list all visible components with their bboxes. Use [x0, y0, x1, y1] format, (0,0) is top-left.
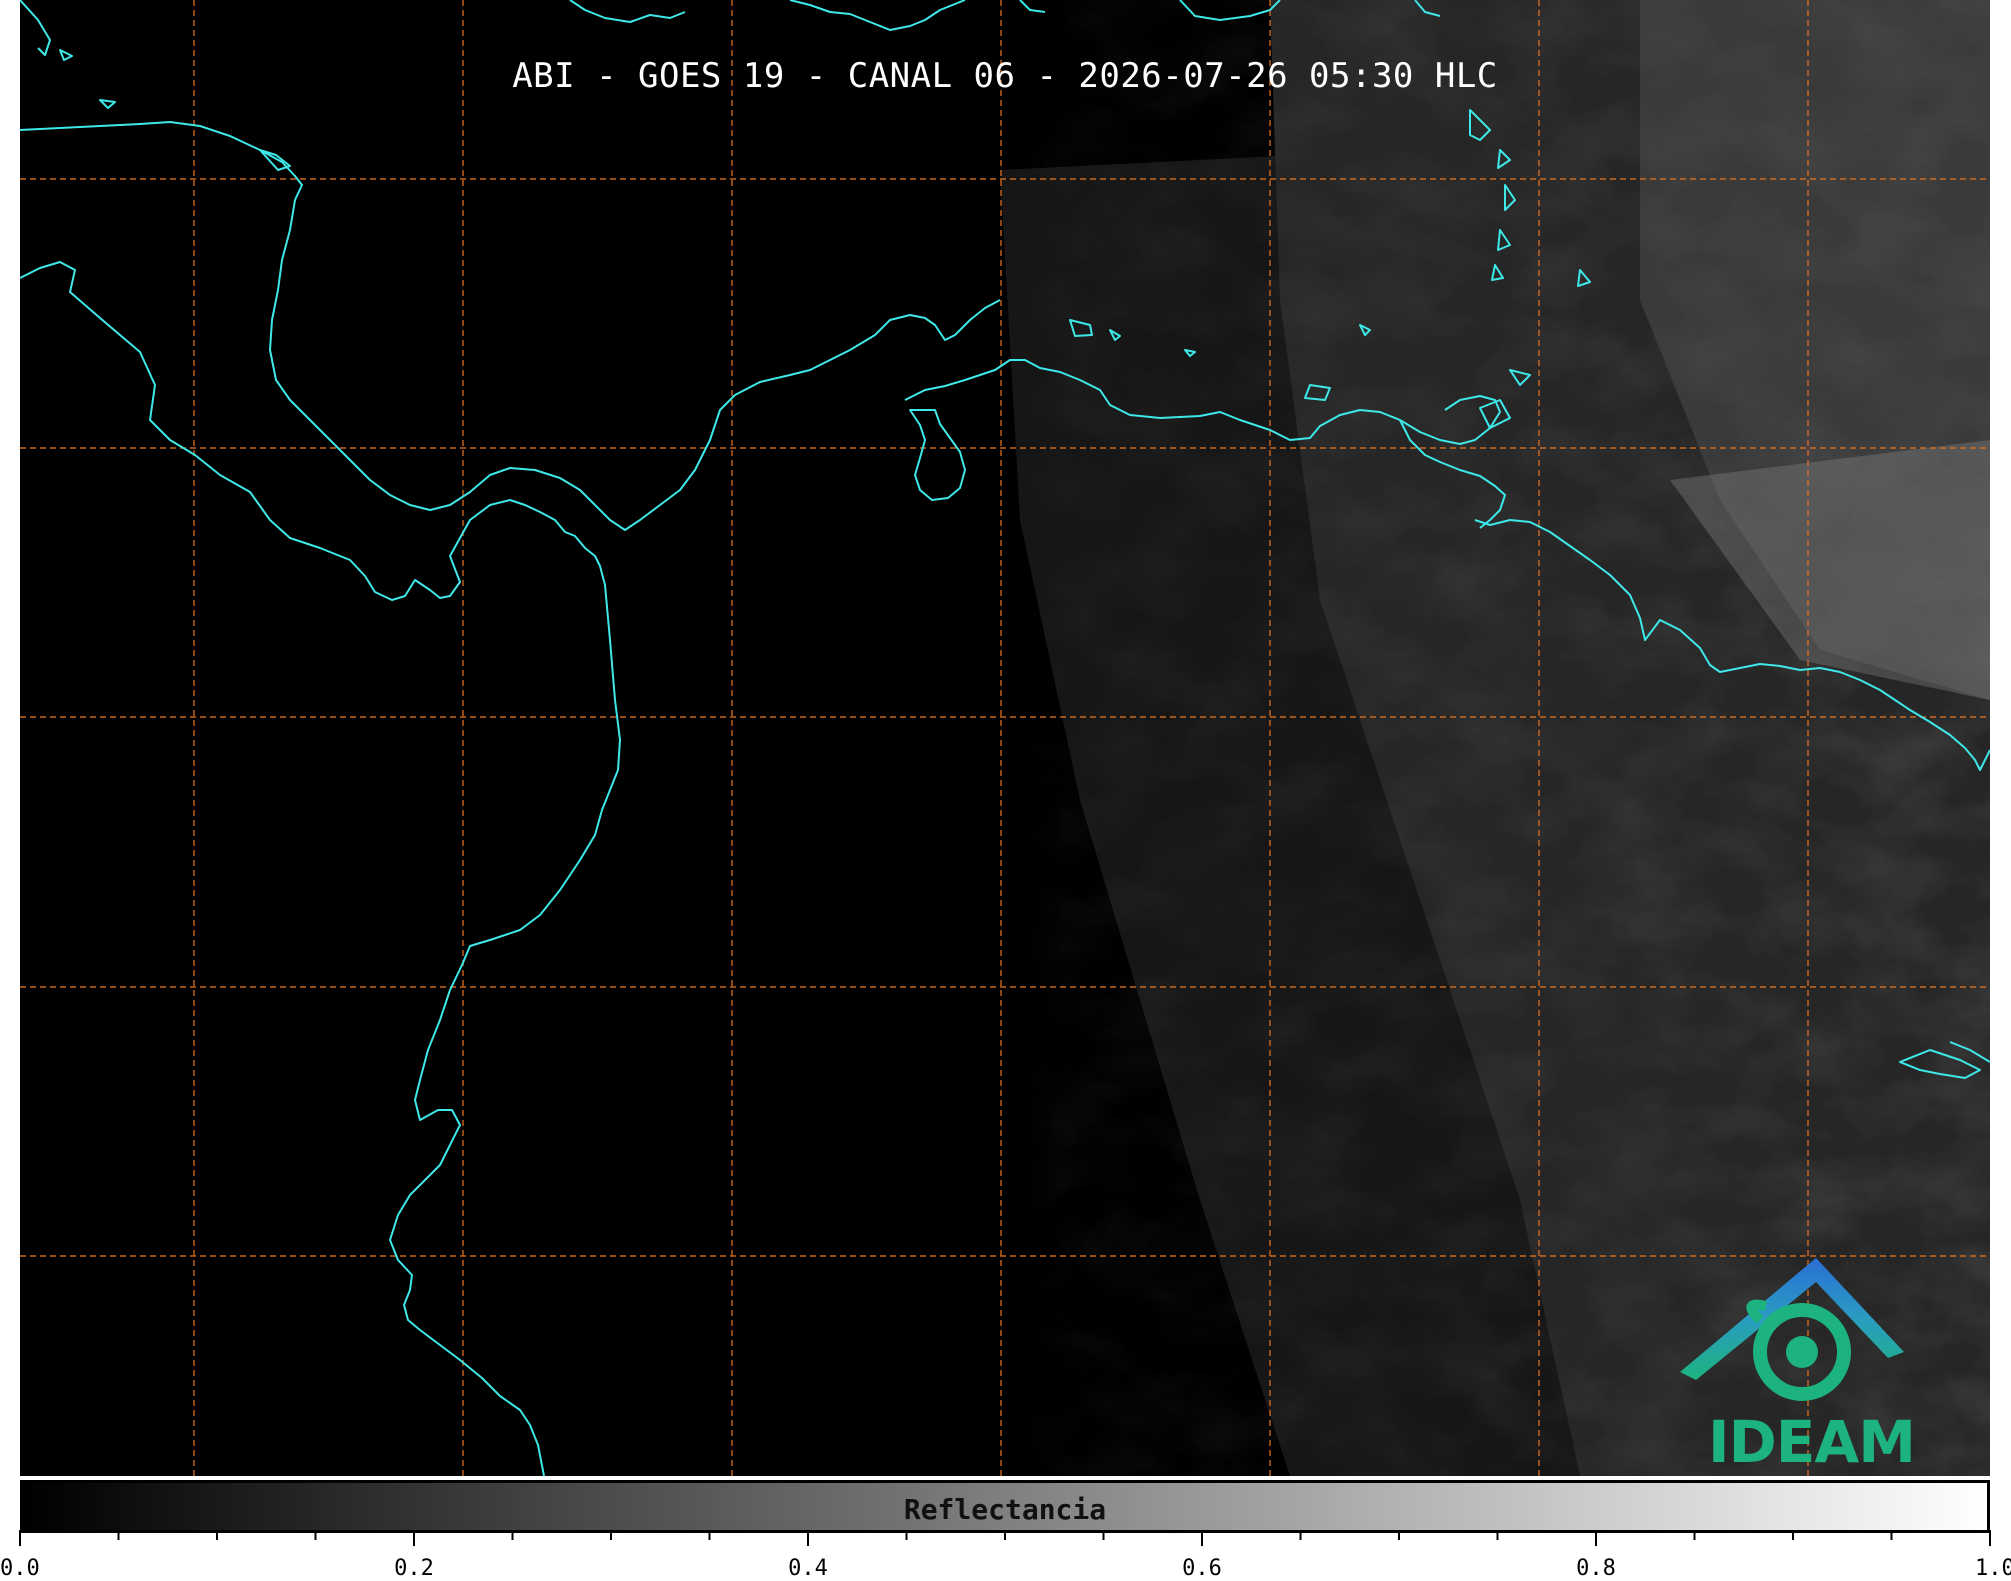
map-canvas — [20, 0, 1990, 1476]
colorbar-tick-label: 0.0 — [0, 1556, 40, 1581]
colorbar-tick-label: 0.4 — [788, 1556, 828, 1581]
ideam-logo-text: IDEAM — [1708, 1408, 1916, 1476]
colorbar-tick-label: 0.6 — [1182, 1556, 1222, 1581]
map-title: ABI - GOES 19 - CANAL 06 - 2026-07-26 05… — [512, 56, 1498, 96]
colorbar-ticks — [19, 1530, 1991, 1546]
colorbar-tick-label: 0.8 — [1576, 1556, 1616, 1581]
satellite-image: ABI - GOES 19 - CANAL 06 - 2026-07-26 05… — [20, 0, 1990, 1476]
cloud-field — [20, 0, 1990, 1476]
colorbar-tick-label: 1.0 — [1975, 1556, 2011, 1581]
colorbar-label: Reflectancia — [903, 1493, 1107, 1526]
colorbar: Reflectancia — [20, 1480, 1990, 1533]
colorbar-tick-label: 0.2 — [394, 1556, 434, 1581]
